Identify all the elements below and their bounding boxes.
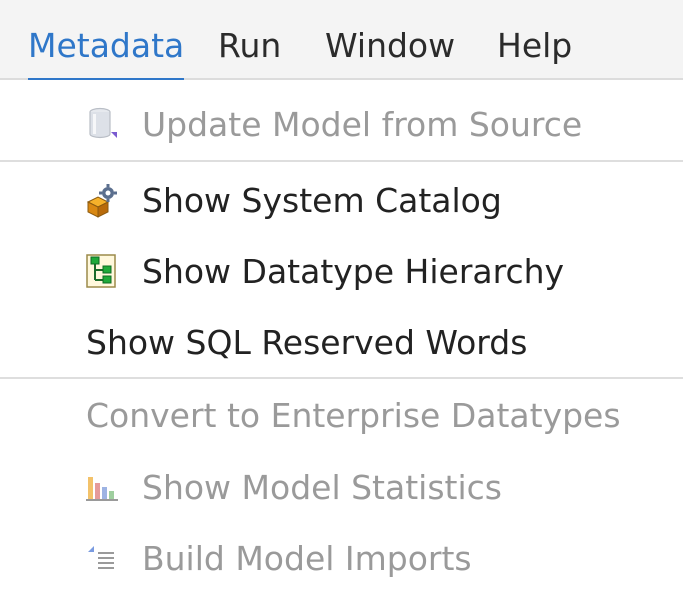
menu-item-update-model-from-source[interactable]: Update Model from Source: [0, 89, 683, 159]
menu-item-convert-to-enterprise-datatypes[interactable]: Convert to Enterprise Datatypes: [0, 380, 683, 450]
menu-window[interactable]: Window: [325, 0, 455, 80]
menu-separator: [0, 377, 683, 379]
menu-item-show-sql-reserved-words[interactable]: Show SQL Reserved Words: [0, 307, 683, 377]
menu-item-label: Update Model from Source: [142, 104, 583, 144]
menu-item-show-system-catalog[interactable]: Show System Catalog: [0, 165, 683, 235]
menu-bar: Metadata Run Window Help: [0, 0, 683, 82]
menu-item-show-datatype-hierarchy[interactable]: Show Datatype Hierarchy: [0, 236, 683, 306]
menu-item-label: Show Datatype Hierarchy: [142, 251, 565, 291]
database-cylinder-icon: [89, 107, 117, 139]
menu-help[interactable]: Help: [497, 0, 572, 80]
bar-chart-icon: [86, 477, 118, 501]
menu-item-label: Build Model Imports: [142, 538, 472, 578]
system-catalog-cubes-icon: [86, 184, 117, 218]
metadata-dropdown-menu: Update Model from Source Show System Cat…: [0, 80, 683, 585]
menu-item-build-model-imports[interactable]: Build Model Imports: [0, 523, 683, 593]
build-imports-list-icon: [88, 546, 114, 569]
menu-item-label: Show SQL Reserved Words: [86, 322, 528, 362]
datatype-hierarchy-tree-icon: [86, 254, 116, 288]
menu-item-show-model-statistics[interactable]: Show Model Statistics: [0, 452, 683, 522]
menu-item-label: Show Model Statistics: [142, 467, 502, 507]
menu-metadata[interactable]: Metadata: [28, 0, 185, 82]
menu-separator: [0, 160, 683, 162]
menu-run[interactable]: Run: [218, 0, 281, 80]
menu-item-label: Show System Catalog: [142, 180, 502, 220]
menu-item-label: Convert to Enterprise Datatypes: [86, 395, 621, 435]
